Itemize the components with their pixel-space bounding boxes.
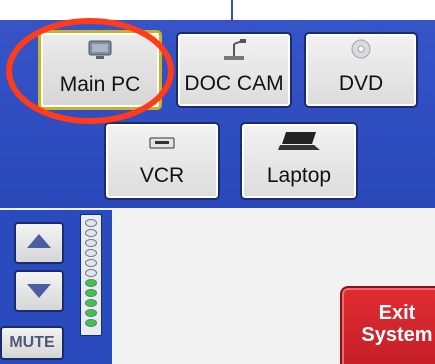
doc-cam-button[interactable]: DOC CAM [176,32,292,108]
volume-led [85,309,97,317]
volume-led [85,299,97,307]
cable [231,0,233,20]
laptop-label: Laptop [266,164,332,187]
vcr-icon [149,137,175,149]
touch-panel-screen: Main PC DOC CAM DVD VCR Laptop MUTE Exit… [0,0,435,364]
exit-system-button[interactable]: Exit System [340,286,435,364]
volume-meter [80,214,102,336]
volume-led [85,319,97,327]
volume-up-button[interactable] [14,222,64,264]
volume-led [85,279,97,287]
volume-down-button[interactable] [14,270,64,312]
laptop-icon [278,132,320,150]
vcr-button[interactable]: VCR [104,122,220,200]
volume-led [85,289,97,297]
volume-led [85,219,97,227]
dvd-button[interactable]: DVD [304,32,418,108]
document-camera-icon [224,39,246,60]
disc-icon [351,39,371,59]
volume-led [85,239,97,247]
vcr-label: VCR [139,164,185,187]
exit-label-line1: Exit [378,302,416,324]
doc-cam-label: DOC CAM [184,72,284,95]
exit-label-line2: System [361,324,433,346]
down-arrow-icon [27,284,51,298]
up-arrow-icon [27,234,51,248]
volume-led [85,269,97,277]
laptop-button[interactable]: Laptop [240,122,358,200]
highlight-circle [6,18,174,124]
volume-led [85,259,97,267]
dvd-label: DVD [338,72,384,95]
volume-led [85,229,97,237]
mute-button[interactable]: MUTE [0,326,64,360]
volume-led [85,249,97,257]
